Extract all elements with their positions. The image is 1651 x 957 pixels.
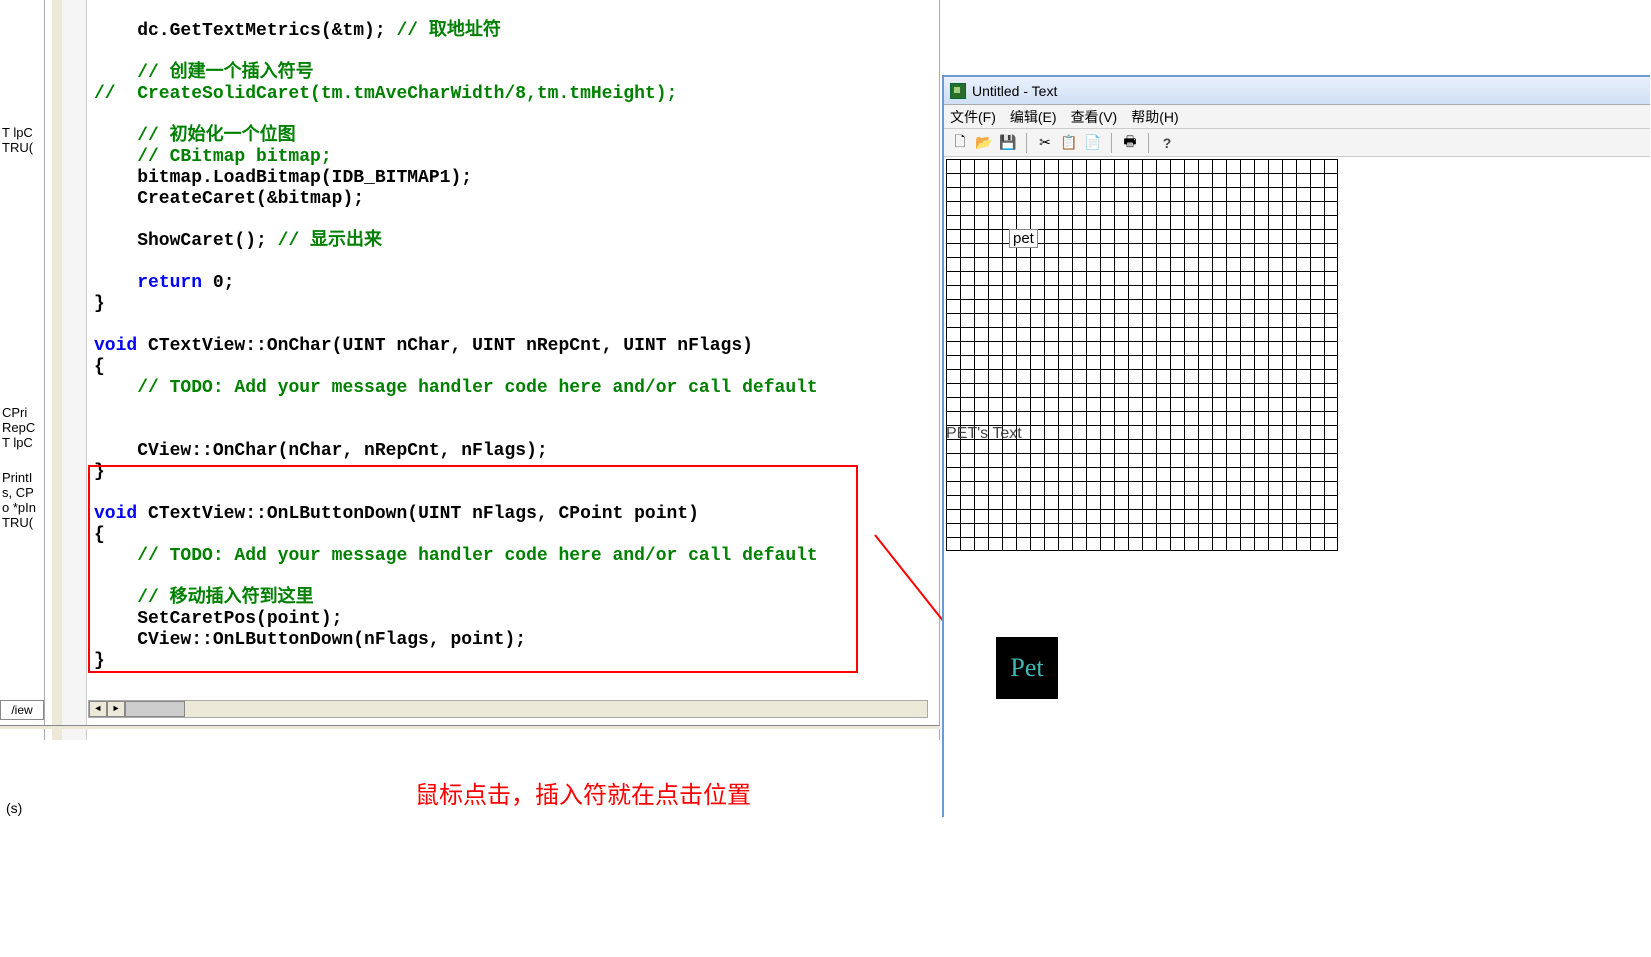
class-view-fragment: T lpC TRU( CPri RepC T lpC PrintI s, CP … xyxy=(0,0,45,740)
frag-item: T lpC xyxy=(0,125,44,140)
frag-item: CPri xyxy=(0,405,44,420)
menu-help[interactable]: 帮助(H) xyxy=(1131,107,1178,127)
scroll-left-button[interactable]: ◄ xyxy=(89,701,107,717)
text-app-window: Untitled - Text 文件(F) 编辑(E) 查看(V) 帮助(H) … xyxy=(942,75,1650,817)
new-icon[interactable]: 🗋 xyxy=(950,133,970,153)
app-icon xyxy=(950,83,966,99)
tab-view[interactable]: /iew xyxy=(0,700,44,720)
menu-view[interactable]: 查看(V) xyxy=(1071,107,1118,127)
print-icon[interactable]: 🖶 xyxy=(1120,133,1140,153)
pane-divider xyxy=(0,725,940,729)
menu-file[interactable]: 文件(F) xyxy=(950,107,996,127)
caret-label-pet: pet xyxy=(1009,229,1038,248)
code-editor[interactable]: dc.GetTextMetrics(&tm); // 取地址符 // 创建一个插… xyxy=(52,0,940,740)
frag-item: o *pIn xyxy=(0,500,44,515)
frag-item: s, CP xyxy=(0,485,44,500)
window-title: Untitled - Text xyxy=(972,83,1057,99)
menu-bar: 文件(F) 编辑(E) 查看(V) 帮助(H) xyxy=(944,105,1650,129)
title-bar[interactable]: Untitled - Text xyxy=(944,77,1650,105)
grid-background xyxy=(946,159,1338,551)
horizontal-scrollbar[interactable]: ◄ ► xyxy=(88,700,928,718)
toolbar: 🗋 📂 💾 ✂ 📋 📄 🖶 ? xyxy=(944,129,1650,157)
toolbar-separator xyxy=(1148,133,1149,153)
annotation-text: 鼠标点击，插入符就在点击位置 xyxy=(415,775,751,810)
menu-edit[interactable]: 编辑(E) xyxy=(1010,107,1057,127)
frag-item: TRU( xyxy=(0,140,44,155)
gutter xyxy=(62,0,87,740)
open-icon[interactable]: 📂 xyxy=(974,133,994,153)
copy-icon[interactable]: 📋 xyxy=(1059,133,1079,153)
help-icon[interactable]: ? xyxy=(1157,133,1177,153)
toolbar-separator xyxy=(1026,133,1027,153)
text-label-petstext: PET's Text xyxy=(946,425,1022,443)
bitmap-caret: Pet xyxy=(996,637,1058,699)
scroll-thumb[interactable] xyxy=(125,701,185,717)
cut-icon[interactable]: ✂ xyxy=(1035,133,1055,153)
frag-item: TRU( xyxy=(0,515,44,530)
paste-icon[interactable]: 📄 xyxy=(1083,133,1103,153)
code-content[interactable]: dc.GetTextMetrics(&tm); // 取地址符 // 创建一个插… xyxy=(94,0,818,693)
scroll-right-inner-button[interactable]: ► xyxy=(107,701,125,717)
save-icon[interactable]: 💾 xyxy=(998,133,1018,153)
toolbar-separator xyxy=(1111,133,1112,153)
frag-item: T lpC xyxy=(0,435,44,450)
frag-item: RepC xyxy=(0,420,44,435)
frag-item: PrintI xyxy=(0,470,44,485)
canvas-area[interactable]: pet PET's Text Pet xyxy=(944,157,1650,817)
